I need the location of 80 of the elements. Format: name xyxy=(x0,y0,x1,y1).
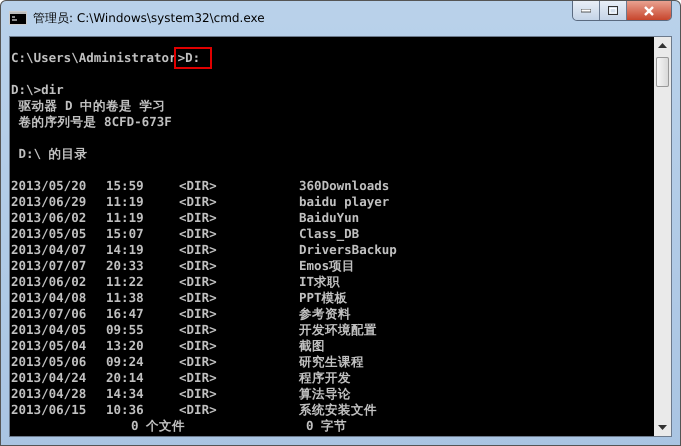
directory-name: Class_DB xyxy=(299,226,360,242)
dir-tag: <DIR> xyxy=(179,290,299,306)
directory-name: PPT模板 xyxy=(299,290,348,306)
dir-tag: <DIR> xyxy=(179,274,299,290)
date-text: 2013/04/05 xyxy=(11,322,88,338)
window-title: 管理员: C:\Windows\system32\cmd.exe xyxy=(33,10,265,26)
dir-tag: <DIR> xyxy=(179,354,299,370)
time-text: 14:19 xyxy=(106,242,145,258)
dir-tag: <DIR> xyxy=(179,386,299,402)
directory-name: BaiduYun xyxy=(299,210,360,226)
date-text: 2013/06/02 xyxy=(11,274,88,290)
close-button[interactable] xyxy=(627,1,671,20)
date-text: 2013/07/07 xyxy=(11,258,88,274)
directory-name: 截图 xyxy=(299,338,325,354)
date-text: 2013/06/29 xyxy=(11,194,88,210)
directory-name: 算法导论 xyxy=(299,386,351,402)
date-text: 2013/05/20 xyxy=(11,178,88,194)
console-text: 驱动器 D 中的卷是 学习 xyxy=(17,98,166,114)
time-text: 13:20 xyxy=(106,338,145,354)
dir-tag: <DIR> xyxy=(179,210,299,226)
file-count: 0 个文件 xyxy=(131,418,186,434)
time-text: 20:14 xyxy=(106,370,145,386)
time-text: 15:59 xyxy=(106,178,145,194)
date-text: 2013/05/06 xyxy=(11,354,88,370)
time-text: 15:07 xyxy=(106,226,145,242)
time-text: 14:34 xyxy=(106,386,145,402)
date-text: 2013/04/28 xyxy=(11,386,88,402)
console-text: D:\>dir xyxy=(11,82,64,98)
date-text: 2013/07/06 xyxy=(11,306,88,322)
close-icon xyxy=(643,6,655,16)
maximize-icon xyxy=(608,6,618,15)
dir-tag: <DIR> xyxy=(179,306,299,322)
dir-tag: <DIR> xyxy=(179,338,299,354)
date-text: 2013/05/04 xyxy=(11,338,88,354)
dir-tag: <DIR> xyxy=(179,402,299,418)
date-text: 2013/05/05 xyxy=(11,226,88,242)
dir-tag: <DIR> xyxy=(179,242,299,258)
minimize-button[interactable] xyxy=(573,1,600,20)
directory-name: baidu player xyxy=(299,194,390,210)
byte-count: 0 字节 xyxy=(306,418,348,434)
dir-tag: <DIR> xyxy=(179,194,299,210)
console-text: D:\ 的目录 xyxy=(18,146,88,162)
time-text: 10:36 xyxy=(106,402,145,418)
maximize-button[interactable] xyxy=(600,1,627,20)
date-text: 2013/04/07 xyxy=(11,242,88,258)
date-text: 2013/04/24 xyxy=(11,370,88,386)
directory-name: DriversBackup xyxy=(299,242,397,258)
directory-name: Emos项目 xyxy=(299,258,356,274)
directory-name: 程序开发 xyxy=(299,370,351,386)
dir-tag: <DIR> xyxy=(179,370,299,386)
time-text: 16:47 xyxy=(106,306,145,322)
scrollbar[interactable] xyxy=(654,37,671,436)
console-icon xyxy=(9,11,27,25)
directory-name: 研究生课程 xyxy=(299,354,364,370)
directory-name: 系统安装文件 xyxy=(299,402,377,418)
scroll-up-icon[interactable] xyxy=(658,43,667,48)
time-text: 11:19 xyxy=(106,194,145,210)
date-text: 2013/06/15 xyxy=(11,402,88,418)
minimize-icon xyxy=(581,8,591,12)
dir-tag: <DIR> xyxy=(179,258,299,274)
date-text: 2013/06/02 xyxy=(11,210,88,226)
time-text: 09:55 xyxy=(106,322,145,338)
scroll-down-icon[interactable] xyxy=(658,425,667,430)
dir-tag: <DIR> xyxy=(179,322,299,338)
scroll-thumb[interactable] xyxy=(656,57,669,87)
time-text: 11:19 xyxy=(106,210,145,226)
time-text: 11:22 xyxy=(106,274,145,290)
prompt-path: C:\Users\Administrator xyxy=(11,50,177,66)
command-text: >D: xyxy=(176,50,210,66)
directory-name: 360Downloads xyxy=(299,178,390,194)
directory-name: 开发环境配置 xyxy=(299,322,377,338)
directory-name: IT求职 xyxy=(299,274,340,290)
date-text: 2013/04/08 xyxy=(11,290,88,306)
time-text: 20:33 xyxy=(106,258,145,274)
time-text: 11:38 xyxy=(106,290,145,306)
console-text: 卷的序列号是 8CFD-673F xyxy=(18,114,172,130)
time-text: 09:24 xyxy=(106,354,145,370)
directory-name: 参考资料 xyxy=(299,306,351,322)
dir-tag: <DIR> xyxy=(179,226,299,242)
dir-tag: <DIR> xyxy=(179,178,299,194)
